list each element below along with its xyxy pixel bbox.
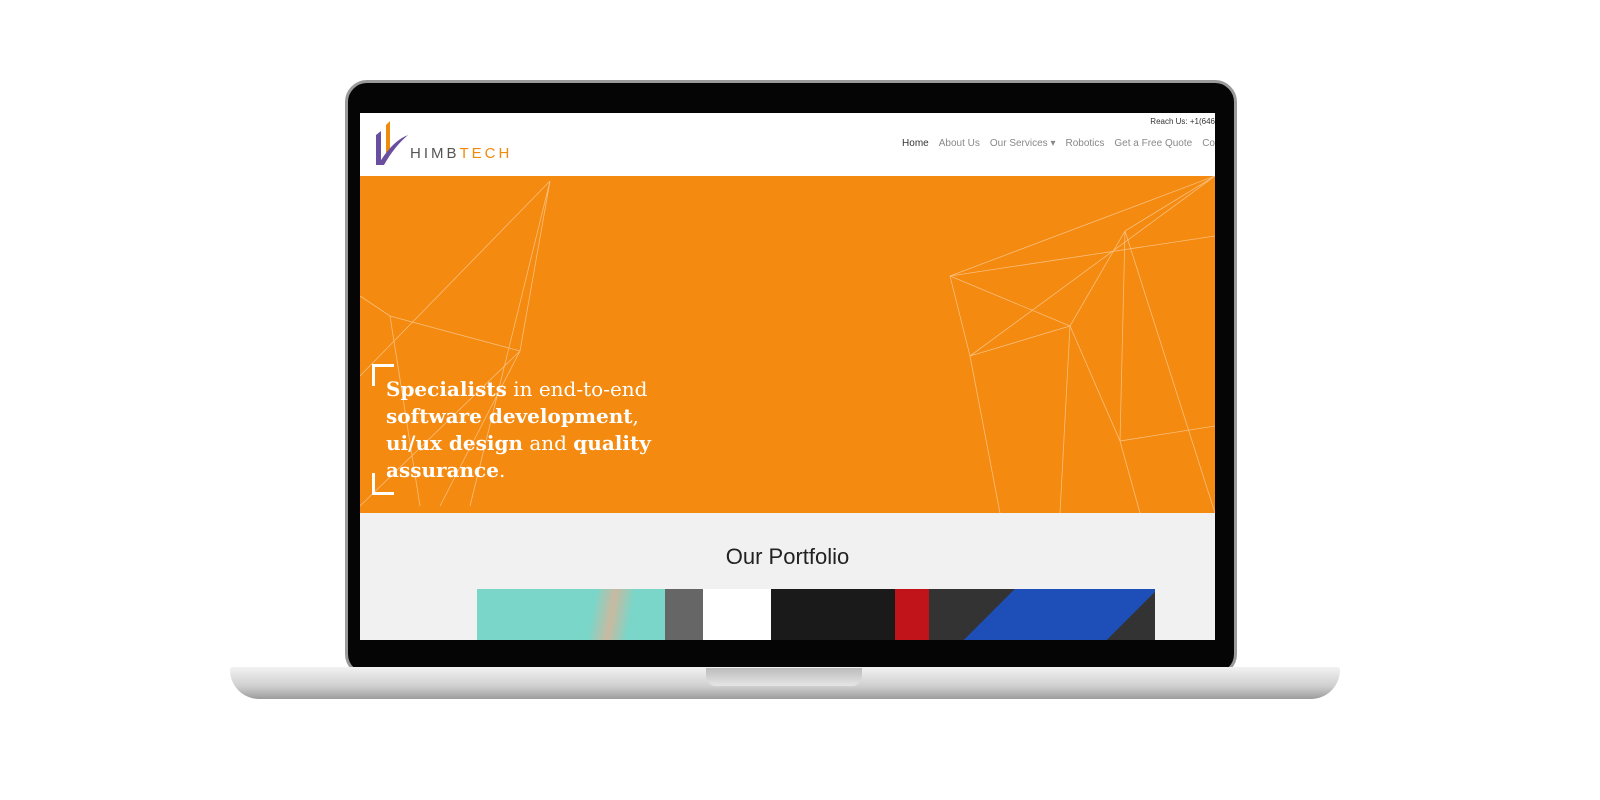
site-header: HIMBTECH Reach Us: +1(646 Home About Us … — [360, 113, 1215, 176]
nav-our-services[interactable]: Our Services ▾ — [990, 138, 1056, 149]
nav-home[interactable]: Home — [902, 138, 929, 149]
hero-headline: Specialists in end-to-end software devel… — [386, 377, 651, 482]
portfolio-thumbnails — [477, 589, 1155, 640]
logo-icon — [376, 121, 408, 165]
portfolio-section: Our Portfolio — [360, 544, 1215, 570]
website-screen: HIMBTECH Reach Us: +1(646 Home About Us … — [360, 113, 1215, 640]
nav-free-quote[interactable]: Get a Free Quote — [1114, 138, 1192, 149]
logo[interactable]: HIMBTECH — [372, 121, 512, 165]
main-nav: Home About Us Our Services ▾ Robotics Ge… — [902, 138, 1215, 149]
nav-about-us[interactable]: About Us — [939, 138, 980, 149]
portfolio-item-2[interactable] — [703, 589, 929, 640]
portfolio-divider — [665, 589, 703, 640]
nav-robotics[interactable]: Robotics — [1065, 138, 1104, 149]
portfolio-item-3[interactable] — [929, 589, 1155, 640]
logo-text: HIMBTECH — [410, 145, 513, 162]
laptop-notch — [706, 668, 862, 686]
nav-contact[interactable]: Co — [1202, 138, 1215, 149]
hero-banner: Specialists in end-to-end software devel… — [360, 176, 1215, 513]
reach-us-phone[interactable]: Reach Us: +1(646 — [1150, 117, 1215, 126]
portfolio-title: Our Portfolio — [725, 544, 850, 569]
portfolio-item-1[interactable] — [477, 589, 665, 640]
